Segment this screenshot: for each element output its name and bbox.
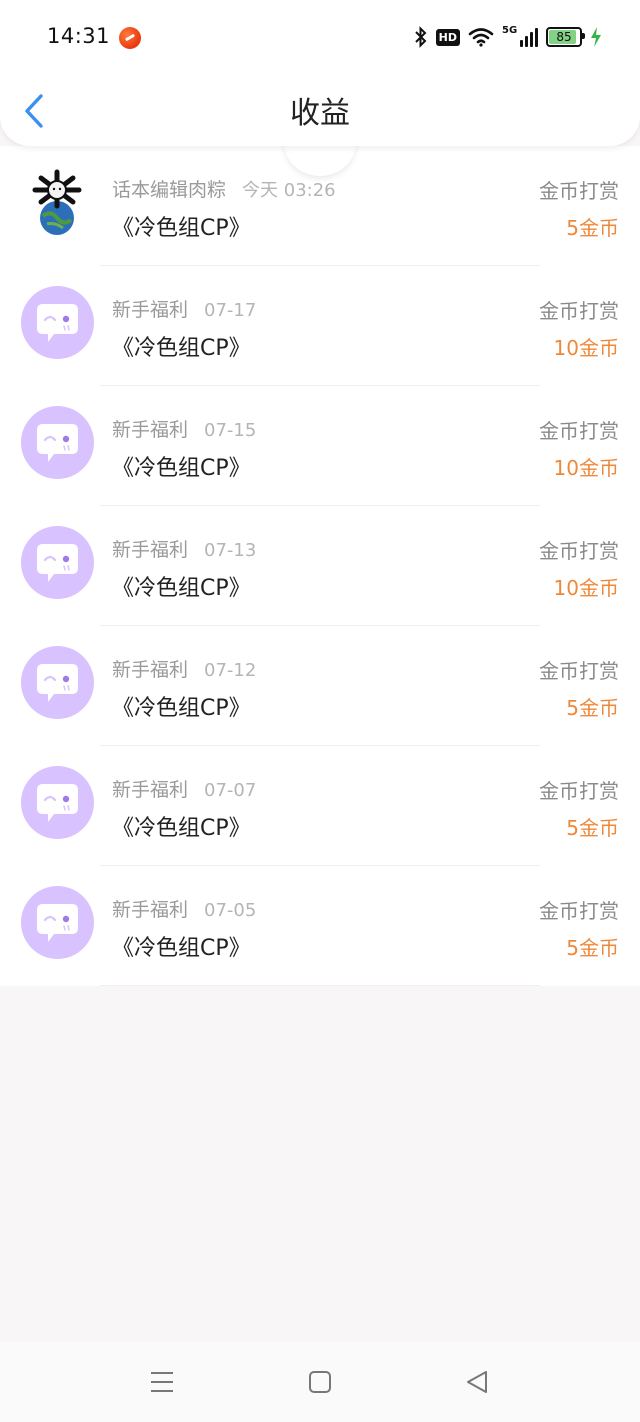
record-amount: 5金币 [566, 936, 619, 960]
chat-bubble-avatar-icon[interactable] [21, 766, 94, 839]
record-amount: 5金币 [566, 696, 619, 720]
earning-record[interactable]: 新手福利 07-12 《冷色组CP》 金币打赏 5金币 [0, 626, 640, 746]
app-notification-icon [119, 27, 141, 49]
back-triangle-icon [467, 1371, 487, 1393]
record-book-title: 《冷色组CP》 [112, 216, 251, 241]
record-book-title: 《冷色组CP》 [112, 456, 251, 481]
record-type: 金币打赏 [539, 419, 619, 443]
earning-record[interactable]: 新手福利 07-05 《冷色组CP》 金币打赏 5金币 [0, 866, 640, 986]
record-type: 金币打赏 [539, 539, 619, 563]
record-date: 07-12 [204, 660, 257, 681]
status-time: 14:31 [47, 24, 111, 48]
earnings-list: 话本编辑肉粽 今天 03:26 《冷色组CP》 金币打赏 5金币 新手福利 07-17 《冷色… [0, 146, 640, 986]
record-date: 07-05 [204, 900, 257, 921]
record-meta: 新手福利 07-15 [112, 415, 256, 442]
record-type: 金币打赏 [539, 659, 619, 683]
system-nav-bar [0, 1342, 640, 1422]
record-meta: 话本编辑肉粽 今天 03:26 [112, 175, 336, 202]
record-amount: 10金币 [553, 456, 619, 480]
battery-icon: 85 [546, 27, 585, 47]
record-source: 新手福利 [112, 299, 189, 321]
nav-back-button[interactable] [462, 1367, 492, 1397]
record-source: 新手福利 [112, 779, 189, 801]
record-amount: 10金币 [553, 576, 619, 600]
hd-icon: HD [435, 28, 460, 46]
chat-bubble-avatar-icon[interactable] [21, 886, 94, 959]
record-date: 07-17 [204, 300, 257, 321]
menu-button[interactable] [147, 1367, 177, 1397]
user-avatar[interactable] [21, 166, 94, 239]
record-book-title: 《冷色组CP》 [112, 696, 251, 721]
record-source: 新手福利 [112, 539, 189, 561]
record-meta: 新手福利 07-05 [112, 895, 256, 922]
chat-bubble-avatar-icon[interactable] [21, 286, 94, 359]
record-book-title: 《冷色组CP》 [112, 576, 251, 601]
record-amount: 5金币 [566, 216, 619, 240]
header-bar: 14:31 HD 5G 85 收益 [0, 0, 640, 146]
cellular-signal-icon: 5G [502, 25, 538, 47]
record-book-title: 《冷色组CP》 [112, 336, 251, 361]
bluetooth-icon [414, 26, 427, 48]
wifi-icon [468, 28, 494, 47]
chat-bubble-avatar-icon[interactable] [21, 526, 94, 599]
record-book-title: 《冷色组CP》 [112, 936, 251, 961]
record-meta: 新手福利 07-17 [112, 295, 256, 322]
earning-record[interactable]: 新手福利 07-07 《冷色组CP》 金币打赏 5金币 [0, 746, 640, 866]
record-meta: 新手福利 07-07 [112, 775, 256, 802]
record-date: 07-15 [204, 420, 257, 441]
record-type: 金币打赏 [539, 299, 619, 323]
status-icons: HD 5G 85 [414, 24, 602, 50]
chat-bubble-avatar-icon[interactable] [21, 646, 94, 719]
charging-icon [591, 27, 601, 47]
row-divider [100, 985, 540, 986]
home-button[interactable] [305, 1367, 335, 1397]
earning-record[interactable]: 新手福利 07-15 《冷色组CP》 金币打赏 10金币 [0, 386, 640, 506]
record-type: 金币打赏 [539, 779, 619, 803]
record-source: 新手福利 [112, 419, 189, 441]
home-square-icon [309, 1371, 331, 1393]
record-date: 07-07 [204, 780, 257, 801]
earning-record[interactable]: 新手福利 07-17 《冷色组CP》 金币打赏 10金币 [0, 266, 640, 386]
record-meta: 新手福利 07-13 [112, 535, 256, 562]
record-type: 金币打赏 [539, 179, 619, 203]
chat-bubble-avatar-icon[interactable] [21, 406, 94, 479]
record-amount: 10金币 [553, 336, 619, 360]
record-source: 新手福利 [112, 659, 189, 681]
menu-icon [151, 1372, 173, 1392]
record-meta: 新手福利 07-12 [112, 655, 256, 682]
record-book-title: 《冷色组CP》 [112, 816, 251, 841]
record-source: 新手福利 [112, 899, 189, 921]
record-source: 话本编辑肉粽 [112, 179, 227, 201]
earning-record[interactable]: 新手福利 07-13 《冷色组CP》 金币打赏 10金币 [0, 506, 640, 626]
record-type: 金币打赏 [539, 899, 619, 923]
record-date: 07-13 [204, 540, 257, 561]
record-date: 今天 03:26 [242, 180, 336, 201]
record-amount: 5金币 [566, 816, 619, 840]
page-title: 收益 [290, 96, 350, 131]
battery-level: 85 [556, 30, 572, 44]
